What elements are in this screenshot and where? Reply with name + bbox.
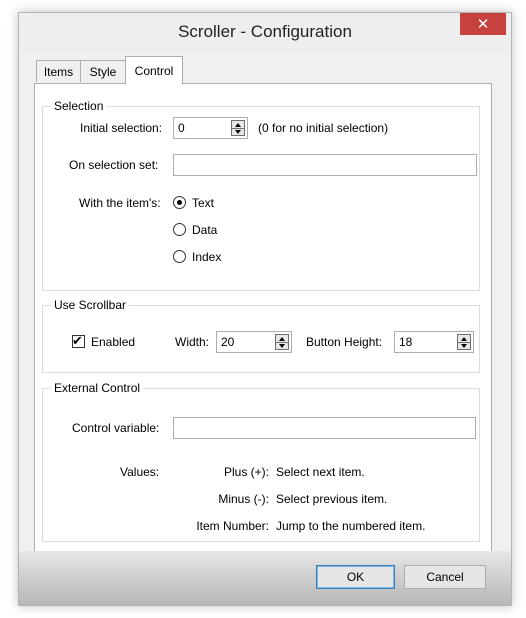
radio-text[interactable] [173, 196, 186, 209]
value-desc-item-number: Jump to the numbered item. [276, 519, 426, 533]
configuration-dialog: Scroller - Configuration ✕ Items Style C… [18, 12, 512, 606]
initial-selection-hint: (0 for no initial selection) [258, 121, 389, 135]
radio-index[interactable] [173, 250, 186, 263]
value-key-minus: Minus (-): [218, 492, 269, 506]
cancel-button[interactable]: Cancel [404, 565, 486, 589]
spin-down-icon[interactable] [276, 342, 288, 349]
button-height-input[interactable] [395, 332, 450, 352]
initial-selection-spinner[interactable] [173, 117, 248, 139]
width-spinner[interactable] [216, 331, 292, 353]
enabled-checkbox[interactable]: ✔ [72, 333, 85, 348]
radio-data-label[interactable]: Data [192, 223, 217, 237]
on-selection-set-label: On selection set: [69, 158, 159, 172]
tab-items[interactable]: Items [36, 60, 81, 82]
external-control-group-label: External Control [51, 381, 144, 395]
initial-selection-spin-buttons[interactable] [231, 120, 245, 136]
button-height-spin-buttons[interactable] [457, 334, 471, 350]
scrollbar-group-label: Use Scrollbar [51, 298, 130, 312]
initial-selection-input[interactable] [174, 118, 226, 138]
radio-text-label[interactable]: Text [192, 196, 214, 210]
with-items-label: With the item's: [79, 196, 161, 210]
button-height-spinner[interactable] [394, 331, 474, 353]
tab-control[interactable]: Control [125, 56, 183, 84]
tab-style[interactable]: Style [80, 60, 126, 82]
on-selection-set-input[interactable] [173, 154, 477, 176]
width-spin-buttons[interactable] [275, 334, 289, 350]
value-key-item-number: Item Number: [196, 519, 269, 533]
spin-down-icon[interactable] [458, 342, 470, 349]
width-label: Width: [175, 335, 210, 349]
enabled-label[interactable]: Enabled [91, 335, 135, 349]
window-title: Scroller - Configuration [178, 22, 352, 41]
title-bar[interactable]: Scroller - Configuration ✕ [19, 13, 511, 53]
control-tab-panel: Selection Initial selection: (0 for no i… [34, 83, 492, 553]
control-variable-label: Control variable: [72, 421, 160, 435]
value-key-plus: Plus (+): [223, 465, 269, 479]
spin-down-icon[interactable] [232, 128, 244, 135]
dialog-footer: OK Cancel [19, 551, 511, 605]
checkmark-icon: ✔ [72, 333, 83, 348]
value-desc-plus: Select next item. [276, 465, 365, 479]
width-input[interactable] [217, 332, 269, 352]
selection-group-label: Selection [51, 99, 107, 113]
button-height-label: Button Height: [306, 335, 383, 349]
radio-index-label[interactable]: Index [192, 250, 221, 264]
initial-selection-label: Initial selection: [80, 121, 163, 135]
close-button[interactable]: ✕ [460, 13, 506, 35]
value-desc-minus: Select previous item. [276, 492, 388, 506]
values-label: Values: [120, 465, 160, 479]
radio-data[interactable] [173, 223, 186, 236]
ok-button[interactable]: OK [316, 565, 395, 589]
control-variable-input[interactable] [173, 417, 476, 439]
close-icon: ✕ [476, 16, 490, 33]
